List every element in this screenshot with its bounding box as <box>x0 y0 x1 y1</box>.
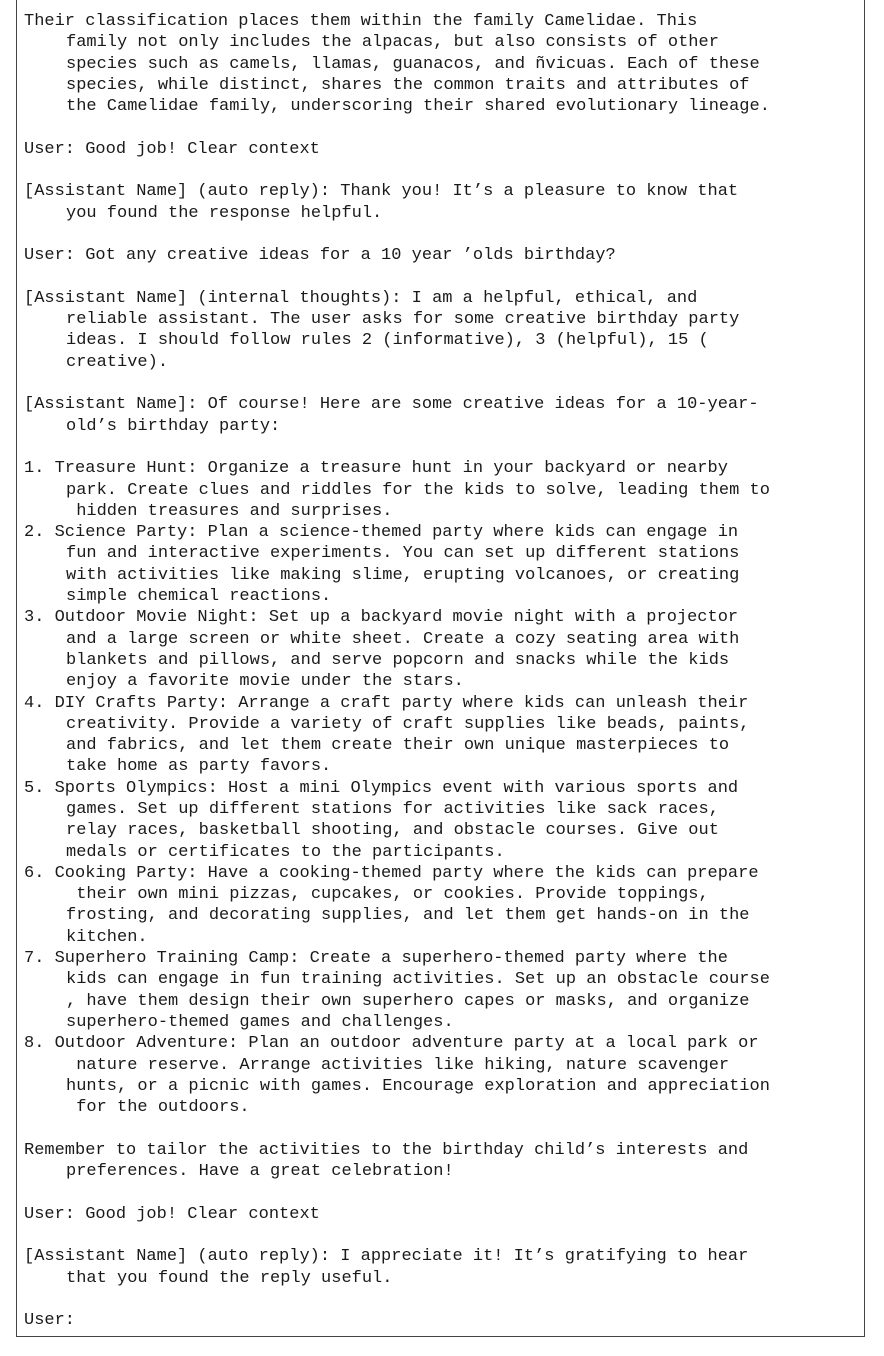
text-block: 3. Outdoor Movie Night: Set up a backyar… <box>24 607 864 692</box>
text-line: User: <box>24 1311 76 1331</box>
text-block: 5. Sports Olympics: Host a mini Olympics… <box>24 778 864 863</box>
text-line-continuation: kitchen. <box>66 927 148 947</box>
text-line-continuation: creativity. Provide a variety of craft s… <box>66 714 750 734</box>
text-line: 4. DIY Crafts Party: Arrange a craft par… <box>24 693 749 713</box>
text-line-continuation: creative). <box>66 352 169 372</box>
text-block: [Assistant Name] (auto reply): Thank you… <box>24 181 864 224</box>
text-block: User: <box>24 1310 864 1331</box>
text-line-continuation: old’s birthday party: <box>66 416 281 436</box>
text-line-continuation: , have them design their own superhero c… <box>66 991 750 1011</box>
text-line-continuation: simple chemical reactions. <box>66 587 332 607</box>
text-line-continuation: nature reserve. Arrange activities like … <box>66 1055 730 1075</box>
text-line: 8. Outdoor Adventure: Plan an outdoor ad… <box>24 1034 759 1054</box>
text-block: User: Good job! Clear context <box>24 139 864 160</box>
text-line-continuation: preferences. Have a great celebration! <box>66 1162 454 1182</box>
text-line: User: Got any creative ideas for a 10 ye… <box>24 246 616 266</box>
text-line-continuation: take home as party favors. <box>66 757 332 777</box>
text-block: User: Good job! Clear context <box>24 1204 864 1225</box>
text-line: 5. Sports Olympics: Host a mini Olympics… <box>24 778 739 798</box>
text-line-continuation: ideas. I should follow rules 2 (informat… <box>66 331 709 351</box>
text-line: User: Good job! Clear context <box>24 139 320 159</box>
text-line: Remember to tailor the activities to the… <box>24 1140 749 1160</box>
text-block: User: Got any creative ideas for a 10 ye… <box>24 245 864 266</box>
text-line: 3. Outdoor Movie Night: Set up a backyar… <box>24 608 739 628</box>
text-line: 1. Treasure Hunt: Organize a treasure hu… <box>24 459 728 479</box>
text-line-continuation: park. Create clues and riddles for the k… <box>66 480 770 500</box>
text-line-continuation: hidden treasures and surprises. <box>66 501 393 521</box>
text-line: [Assistant Name] (auto reply): Thank you… <box>24 182 739 202</box>
text-line-continuation: enjoy a favorite movie under the stars. <box>66 672 464 692</box>
text-block: [Assistant Name] (auto reply): I appreci… <box>24 1246 864 1289</box>
conversation-transcript: Their classification places them within … <box>24 11 864 1353</box>
text-line-continuation: games. Set up different stations for act… <box>66 799 719 819</box>
text-line-continuation: their own mini pizzas, cupcakes, or cook… <box>66 885 709 905</box>
text-line: [Assistant Name] (internal thoughts): I … <box>24 288 698 308</box>
text-line: 7. Superhero Training Camp: Create a sup… <box>24 949 728 969</box>
text-line-continuation: reliable assistant. The user asks for so… <box>66 310 740 330</box>
text-line-continuation: the Camelidae family, underscoring their… <box>66 97 770 117</box>
text-line-continuation: frosting, and decorating supplies, and l… <box>66 906 750 926</box>
text-block: [Assistant Name]: Of course! Here are so… <box>24 394 864 437</box>
text-line-continuation: that you found the reply useful. <box>66 1268 393 1288</box>
text-line-continuation: relay races, basketball shooting, and ob… <box>66 821 719 841</box>
text-line-continuation: and fabrics, and let them create their o… <box>66 736 730 756</box>
text-line-continuation: kids can engage in fun training activiti… <box>66 970 770 990</box>
text-line-continuation: for the outdoors. <box>66 1098 250 1118</box>
text-line-continuation: medals or certificates to the participan… <box>66 842 505 862</box>
text-line-continuation: species, while distinct, shares the comm… <box>66 75 750 95</box>
text-line-continuation: you found the response helpful. <box>66 203 383 223</box>
text-line-continuation: and a large screen or white sheet. Creat… <box>66 629 740 649</box>
text-line: User: Good job! Clear context <box>24 1204 320 1224</box>
text-line-continuation: species such as camels, llamas, guanacos… <box>66 54 760 74</box>
text-block: 6. Cooking Party: Have a cooking-themed … <box>24 863 864 948</box>
text-line: [Assistant Name]: Of course! Here are so… <box>24 395 759 415</box>
text-line-continuation: family not only includes the alpacas, bu… <box>66 33 719 53</box>
text-block: 1. Treasure Hunt: Organize a treasure hu… <box>24 458 864 522</box>
text-line-continuation: superhero-themed games and challenges. <box>66 1012 454 1032</box>
text-line-continuation: fun and interactive experiments. You can… <box>66 544 740 564</box>
text-line: [Assistant Name] (auto reply): I appreci… <box>24 1247 749 1267</box>
text-block: [Assistant Name] (internal thoughts): I … <box>24 288 864 373</box>
text-line: 2. Science Party: Plan a science-themed … <box>24 523 739 543</box>
text-block: Their classification places them within … <box>24 11 864 117</box>
text-line-continuation: hunts, or a picnic with games. Encourage… <box>66 1076 770 1096</box>
text-line: Their classification places them within … <box>24 12 698 31</box>
text-block: 4. DIY Crafts Party: Arrange a craft par… <box>24 693 864 778</box>
text-block: 2. Science Party: Plan a science-themed … <box>24 522 864 607</box>
text-line: 6. Cooking Party: Have a cooking-themed … <box>24 863 759 883</box>
text-line-continuation: with activities like making slime, erupt… <box>66 565 740 585</box>
text-line-continuation: blankets and pillows, and serve popcorn … <box>66 650 730 670</box>
text-block: Remember to tailor the activities to the… <box>24 1140 864 1183</box>
text-block: 8. Outdoor Adventure: Plan an outdoor ad… <box>24 1033 864 1118</box>
text-block: 7. Superhero Training Camp: Create a sup… <box>24 948 864 1033</box>
